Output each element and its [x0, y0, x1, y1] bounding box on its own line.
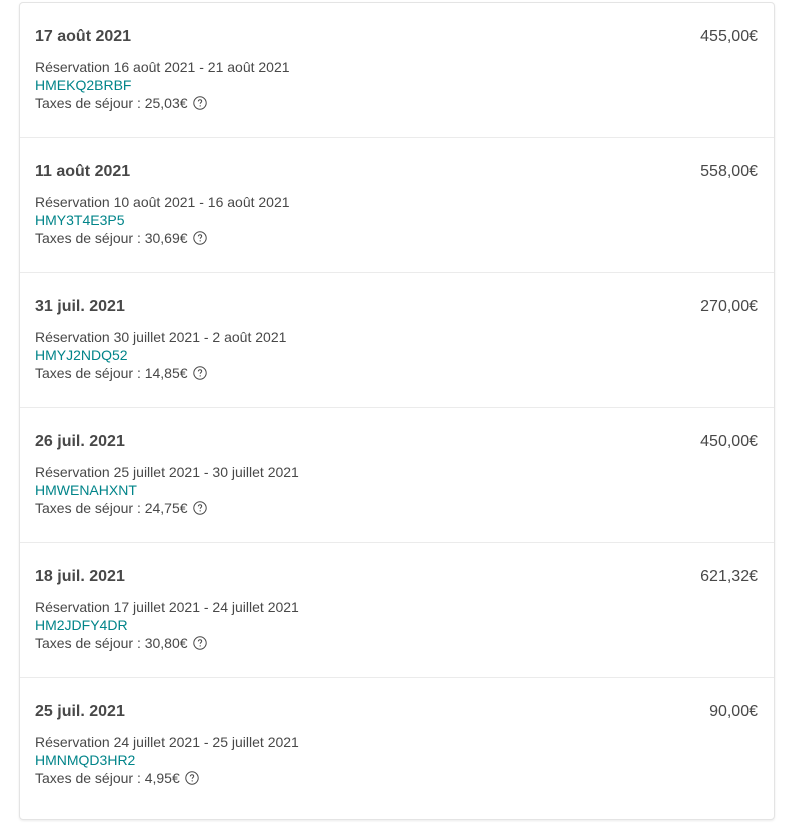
transaction-date: 17 août 2021 — [35, 28, 132, 45]
transaction-row: 31 juil. 2021 270,00€ Réservation 30 jui… — [20, 273, 774, 408]
transaction-date: 26 juil. 2021 — [35, 433, 125, 450]
reservation-dates: Réservation 16 août 2021 - 21 août 2021 — [35, 59, 290, 75]
transaction-row: 11 août 2021 558,00€ Réservation 10 août… — [20, 138, 774, 273]
confirmation-code-link[interactable]: HMY3T4E3P5 — [35, 211, 290, 229]
transaction-amount: 450,00€ — [700, 433, 758, 450]
occupancy-tax: Taxes de séjour : 30,80€ — [35, 634, 299, 652]
confirmation-code-link[interactable]: HM2JDFY4DR — [35, 616, 299, 634]
transaction-amount: 455,00€ — [700, 28, 758, 45]
transaction-date: 25 juil. 2021 — [35, 703, 125, 720]
question-circle-icon[interactable] — [192, 636, 207, 650]
question-circle-icon[interactable] — [192, 366, 207, 380]
transaction-details: Réservation 16 août 2021 - 21 août 2021 … — [35, 58, 290, 112]
occupancy-tax: Taxes de séjour : 24,75€ — [35, 499, 299, 517]
transaction-date: 31 juil. 2021 — [35, 298, 125, 315]
transaction-row: 26 juil. 2021 450,00€ Réservation 25 jui… — [20, 408, 774, 543]
transaction-details: Réservation 24 juillet 2021 - 25 juillet… — [35, 733, 299, 787]
confirmation-code-link[interactable]: HMEKQ2BRBF — [35, 76, 290, 94]
transaction-details: Réservation 25 juillet 2021 - 30 juillet… — [35, 463, 299, 517]
transaction-row: 18 juil. 2021 621,32€ Réservation 17 jui… — [20, 543, 774, 678]
occupancy-tax: Taxes de séjour : 30,69€ — [35, 229, 290, 247]
confirmation-code-link[interactable]: HMYJ2NDQ52 — [35, 346, 286, 364]
transaction-details: Réservation 10 août 2021 - 16 août 2021 … — [35, 193, 290, 247]
transactions-card: 17 août 2021 455,00€ Réservation 16 août… — [19, 2, 775, 820]
reservation-dates: Réservation 25 juillet 2021 - 30 juillet… — [35, 464, 299, 480]
transaction-amount: 270,00€ — [700, 298, 758, 315]
transaction-amount: 621,32€ — [700, 568, 758, 585]
reservation-dates: Réservation 17 juillet 2021 - 24 juillet… — [35, 599, 299, 615]
occupancy-tax-label: Taxes de séjour : 4,95€ — [35, 770, 180, 786]
reservation-dates: Réservation 30 juillet 2021 - 2 août 202… — [35, 329, 287, 345]
question-circle-icon[interactable] — [185, 771, 199, 785]
transaction-details: Réservation 17 juillet 2021 - 24 juillet… — [35, 598, 299, 652]
question-circle-icon[interactable] — [192, 231, 207, 245]
transaction-details: Réservation 30 juillet 2021 - 2 août 202… — [35, 328, 286, 382]
transaction-date: 18 juil. 2021 — [35, 568, 125, 585]
transaction-amount: 558,00€ — [700, 163, 758, 180]
question-circle-icon[interactable] — [192, 96, 207, 110]
transaction-row: 17 août 2021 455,00€ Réservation 16 août… — [20, 3, 774, 138]
occupancy-tax: Taxes de séjour : 25,03€ — [35, 94, 290, 112]
occupancy-tax-label: Taxes de séjour : 24,75€ — [35, 500, 188, 516]
confirmation-code-link[interactable]: HMNMQD3HR2 — [35, 751, 299, 769]
question-circle-icon[interactable] — [192, 501, 207, 515]
occupancy-tax-label: Taxes de séjour : 30,69€ — [35, 230, 188, 246]
transaction-date: 11 août 2021 — [35, 163, 131, 180]
transaction-row: 25 juil. 2021 90,00€ Réservation 24 juil… — [20, 678, 774, 813]
reservation-dates: Réservation 24 juillet 2021 - 25 juillet… — [35, 734, 299, 750]
occupancy-tax: Taxes de séjour : 4,95€ — [35, 769, 299, 787]
occupancy-tax: Taxes de séjour : 14,85€ — [35, 364, 286, 382]
transaction-amount: 90,00€ — [709, 703, 758, 720]
occupancy-tax-label: Taxes de séjour : 25,03€ — [35, 95, 188, 111]
reservation-dates: Réservation 10 août 2021 - 16 août 2021 — [35, 194, 290, 210]
confirmation-code-link[interactable]: HMWENAHXNT — [35, 481, 299, 499]
occupancy-tax-label: Taxes de séjour : 30,80€ — [35, 635, 188, 651]
occupancy-tax-label: Taxes de séjour : 14,85€ — [35, 365, 188, 381]
